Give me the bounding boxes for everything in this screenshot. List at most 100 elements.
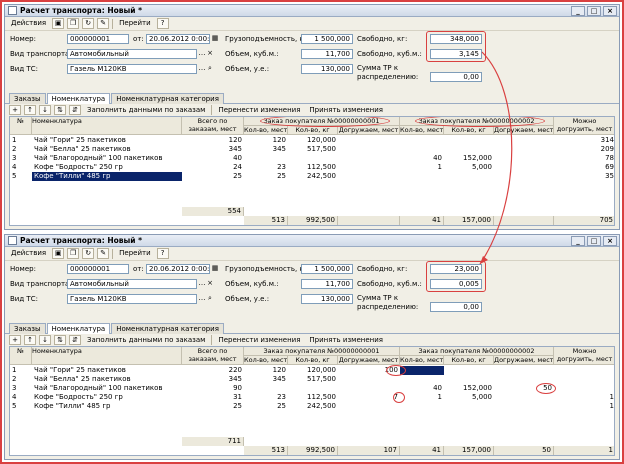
grid-cell-total[interactable]: 120 xyxy=(182,136,244,145)
grid-cell-item[interactable]: Чай "Белла" 25 пакетиков xyxy=(32,375,182,384)
copy-icon[interactable]: ❐ xyxy=(67,248,80,259)
actions-menu-button[interactable]: Действия xyxy=(8,248,49,259)
search-icon[interactable]: ⌕ xyxy=(206,294,214,304)
goto-menu-button[interactable]: Перейти xyxy=(116,248,154,259)
grid-cell-can[interactable] xyxy=(554,384,614,393)
grid-cell-o1a[interactable]: 7 xyxy=(338,393,400,402)
grid-cell-can[interactable]: 35 xyxy=(554,172,614,181)
tab-orders[interactable]: Заказы xyxy=(9,323,46,334)
grid-cell-item[interactable]: Чай "Благородный" 100 пакетиков xyxy=(32,384,182,393)
grid-cell-item[interactable]: Кофе "Бодрость" 250 гр xyxy=(32,393,182,402)
help-icon[interactable]: ? xyxy=(156,18,169,29)
grid-cell-o1w[interactable] xyxy=(288,384,338,393)
grid-cell-n[interactable]: 3 xyxy=(10,384,32,393)
grid-cell-can[interactable] xyxy=(554,366,614,375)
copy-icon[interactable]: ❐ xyxy=(67,18,80,29)
grid-cell-item[interactable]: Кофе "Бодрость" 250 гр xyxy=(32,163,182,172)
grid-cell-total[interactable]: 90 xyxy=(182,384,244,393)
grid-cell-o2p[interactable] xyxy=(400,172,444,181)
grid-cell-n[interactable]: 1 xyxy=(10,366,32,375)
grid-cell-total[interactable]: 25 xyxy=(182,402,244,411)
calendar-icon[interactable]: ▦ xyxy=(211,34,219,44)
grid-cell-o2p[interactable] xyxy=(400,145,444,154)
grid-cell-o2w[interactable] xyxy=(444,375,494,384)
grid-cell-o2w[interactable]: 5,000 xyxy=(444,393,494,402)
number-field[interactable]: 000000001 xyxy=(67,264,129,274)
grid-cell-o2w[interactable]: 5,000 xyxy=(444,163,494,172)
vehicle-field[interactable]: Газель М120КВ xyxy=(67,294,197,304)
grid-cell-o2a[interactable] xyxy=(494,145,554,154)
grid-cell-o2w[interactable]: 152,000 xyxy=(444,384,494,393)
grid-cell-o2a[interactable] xyxy=(494,154,554,163)
grid-cell-o1w[interactable]: 242,500 xyxy=(288,402,338,411)
grid-cell-total[interactable]: 24 xyxy=(182,163,244,172)
grid-cell-o1p[interactable]: 23 xyxy=(244,163,288,172)
grid-cell-o2p[interactable] xyxy=(400,136,444,145)
volume-units-field[interactable]: 130,000 xyxy=(301,294,353,304)
select-icon[interactable]: … xyxy=(198,294,206,304)
tab-nomenclature[interactable]: Номенклатура xyxy=(46,323,111,334)
tab-nomenclature-category[interactable]: Номенклатурная категория xyxy=(111,323,224,334)
grid-cell-o1w[interactable]: 112,500 xyxy=(288,163,338,172)
grid-cell-o1a[interactable] xyxy=(338,172,400,181)
vehicle-field[interactable]: Газель М120КВ xyxy=(67,64,197,74)
number-field[interactable]: 000000001 xyxy=(67,34,129,44)
grid-cell-o1a[interactable] xyxy=(338,136,400,145)
grid-cell-o2a[interactable] xyxy=(494,136,554,145)
transport-type-field[interactable]: Автомобильный xyxy=(67,49,197,59)
grid-cell-o2w[interactable] xyxy=(444,145,494,154)
grid-cell-n[interactable]: 2 xyxy=(10,145,32,154)
grid-cell-can[interactable]: 1 xyxy=(554,402,614,411)
grid-cell-can[interactable]: 1 xyxy=(554,393,614,402)
maximize-button[interactable]: □ xyxy=(587,235,601,246)
accept-changes-button[interactable]: Принять изменения xyxy=(306,335,386,346)
nomenclature-grid[interactable]: № Номенклатура Всего по заказам, мест Заказ… xyxy=(9,116,615,226)
grid-cell-o1w[interactable]: 517,500 xyxy=(288,145,338,154)
close-button[interactable]: × xyxy=(603,235,617,246)
grid-cell-n[interactable]: 4 xyxy=(10,163,32,172)
fill-from-orders-button[interactable]: Заполнить данными по заказам xyxy=(84,105,208,116)
grid-cell-item[interactable]: Кофе "Тилли" 485 гр xyxy=(32,172,182,181)
grid-cell-o2p[interactable]: 40 xyxy=(400,384,444,393)
volume-m3-field[interactable]: 11,700 xyxy=(301,279,353,289)
minimize-button[interactable]: _ xyxy=(571,235,585,246)
actions-menu-button[interactable]: Действия xyxy=(8,18,49,29)
help-icon[interactable]: ? xyxy=(156,248,169,259)
transfer-changes-button[interactable]: Перенести изменения xyxy=(215,105,303,116)
accept-changes-button[interactable]: Принять изменения xyxy=(306,105,386,116)
tab-orders[interactable]: Заказы xyxy=(9,93,46,104)
grid-cell-o1w[interactable]: 120,000 xyxy=(288,136,338,145)
grid-cell-o2w[interactable] xyxy=(444,366,494,375)
grid-cell-total[interactable]: 220 xyxy=(182,366,244,375)
grid-cell-o1a[interactable] xyxy=(338,384,400,393)
clear-icon[interactable]: × xyxy=(206,279,214,289)
grid-cell-o2p[interactable] xyxy=(400,402,444,411)
grid-cell-o1a[interactable] xyxy=(338,375,400,384)
grid-cell-total[interactable]: 345 xyxy=(182,145,244,154)
refresh-icon[interactable]: ↻ xyxy=(82,248,95,259)
grid-cell-o2a[interactable] xyxy=(494,172,554,181)
move-up-icon[interactable]: ↑ xyxy=(24,105,36,115)
grid-cell-n[interactable]: 1 xyxy=(10,136,32,145)
grid-cell-o2a[interactable] xyxy=(494,163,554,172)
select-icon[interactable]: … xyxy=(198,279,206,289)
grid-cell-n[interactable]: 5 xyxy=(10,172,32,181)
grid-cell-o1w[interactable]: 120,000 xyxy=(288,366,338,375)
move-down-icon[interactable]: ↓ xyxy=(39,105,51,115)
refresh-icon[interactable]: ↻ xyxy=(82,18,95,29)
sort-asc-icon[interactable]: ⇅ xyxy=(54,335,66,345)
grid-cell-n[interactable]: 4 xyxy=(10,393,32,402)
grid-cell-o2p[interactable]: 40 xyxy=(400,154,444,163)
add-icon[interactable]: + xyxy=(9,335,21,345)
grid-cell-n[interactable]: 3 xyxy=(10,154,32,163)
grid-cell-o1p[interactable] xyxy=(244,384,288,393)
grid-cell-total[interactable]: 40 xyxy=(182,154,244,163)
minimize-button[interactable]: _ xyxy=(571,5,585,16)
grid-cell-o2p[interactable]: 1 xyxy=(400,393,444,402)
grid-cell-o1p[interactable] xyxy=(244,154,288,163)
grid-cell-o1p[interactable]: 25 xyxy=(244,172,288,181)
select-icon[interactable]: … xyxy=(198,49,206,59)
sort-desc-icon[interactable]: ⇵ xyxy=(69,105,81,115)
grid-cell-o1p[interactable]: 120 xyxy=(244,136,288,145)
grid-cell-item[interactable]: Кофе "Тилли" 485 гр xyxy=(32,402,182,411)
